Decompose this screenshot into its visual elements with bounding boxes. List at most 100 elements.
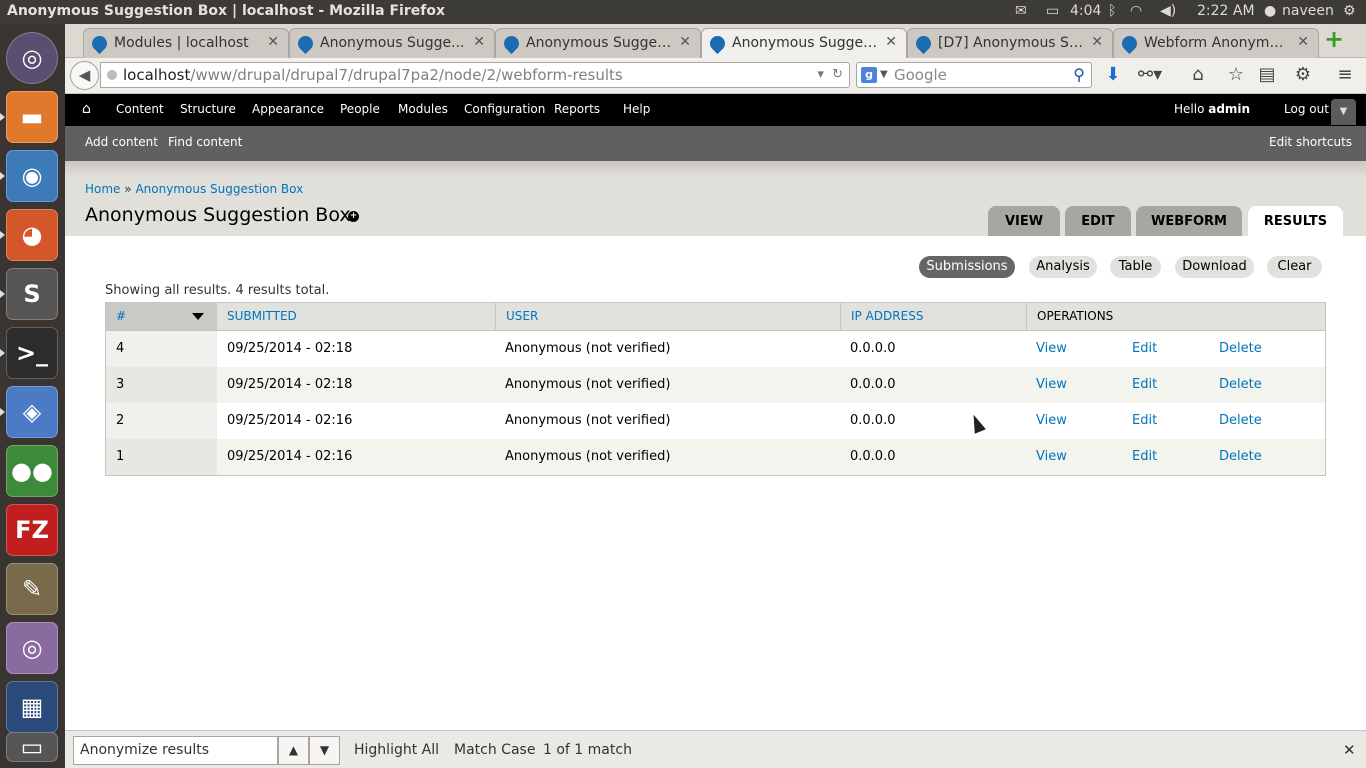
- search-magnifier-icon[interactable]: ⚲: [1073, 63, 1085, 87]
- sort-desc-icon[interactable]: [192, 313, 204, 320]
- tab-close-icon[interactable]: ✕: [1091, 34, 1103, 50]
- find-input[interactable]: Anonymize results: [73, 736, 278, 765]
- highlight-all-button[interactable]: Highlight All: [354, 742, 439, 758]
- browser-tab[interactable]: Anonymous Sugges... ✕: [495, 28, 701, 58]
- files-icon[interactable]: ▬: [6, 91, 58, 143]
- header-submitted[interactable]: SUBMITTED: [217, 303, 495, 330]
- find-next-icon[interactable]: ▼: [309, 736, 340, 765]
- browser-tab[interactable]: Webform Anonymo... ✕: [1113, 28, 1319, 58]
- logout-link[interactable]: Log out: [1284, 102, 1329, 116]
- delete-link[interactable]: Delete: [1219, 403, 1262, 439]
- bookmarks-list-icon[interactable]: ▤: [1256, 64, 1278, 85]
- bluetooth-icon[interactable]: ᛒ: [1108, 3, 1116, 19]
- edit-link[interactable]: Edit: [1132, 403, 1157, 439]
- url-bar[interactable]: localhost/www/drupal/drupal7/drupal7pa2/…: [100, 62, 850, 88]
- clock[interactable]: 2:22 AM: [1197, 3, 1255, 19]
- delete-link[interactable]: Delete: [1219, 331, 1262, 367]
- volume-icon[interactable]: ◀): [1160, 3, 1176, 19]
- trash-icon[interactable]: ▭: [6, 732, 58, 762]
- browser-tab[interactable]: Modules | localhost ✕: [83, 28, 289, 58]
- delete-link[interactable]: Delete: [1219, 367, 1262, 403]
- cheese-webcam-icon[interactable]: ◎: [6, 622, 58, 674]
- battery-icon[interactable]: ▭: [1046, 3, 1059, 19]
- user-icon[interactable]: ●: [1264, 3, 1276, 19]
- browser-tab[interactable]: [D7] Anonymous Su... ✕: [907, 28, 1113, 58]
- battery-time[interactable]: 4:04: [1070, 3, 1101, 19]
- google-engine-icon[interactable]: g: [861, 67, 877, 83]
- engine-dropdown-icon[interactable]: ▼: [880, 63, 888, 87]
- toolbar-configuration[interactable]: Configuration: [464, 102, 545, 116]
- site-identity-icon[interactable]: [107, 70, 117, 80]
- close-find-bar-icon[interactable]: ✕: [1343, 741, 1356, 759]
- bookmark-star-icon[interactable]: ☆: [1225, 64, 1247, 85]
- settings-gear-icon[interactable]: ⚙: [1343, 3, 1356, 19]
- new-tab-plus-icon[interactable]: +: [1324, 27, 1344, 51]
- find-content-link[interactable]: Find content: [168, 135, 242, 149]
- sublime-text-icon[interactable]: S: [6, 268, 58, 320]
- browser-tab-active[interactable]: Anonymous Sugges... ✕: [701, 28, 907, 59]
- terminal-icon[interactable]: >_: [6, 327, 58, 379]
- add-shortcut-icon[interactable]: +: [348, 211, 359, 222]
- view-link[interactable]: View: [1036, 403, 1067, 439]
- tab-close-icon[interactable]: ✕: [885, 34, 897, 50]
- add-content-link[interactable]: Add content: [85, 135, 158, 149]
- view-link[interactable]: View: [1036, 367, 1067, 403]
- hamburger-menu-icon[interactable]: ≡: [1334, 64, 1356, 85]
- find-previous-icon[interactable]: ▲: [278, 736, 309, 765]
- toolbar-reports[interactable]: Reports: [554, 102, 600, 116]
- tab-close-icon[interactable]: ✕: [473, 34, 485, 50]
- tab-close-icon[interactable]: ✕: [267, 34, 279, 50]
- breadcrumb-current[interactable]: Anonymous Suggestion Box: [135, 182, 303, 196]
- header-user[interactable]: USER: [495, 303, 840, 330]
- subtab-submissions[interactable]: Submissions: [919, 256, 1015, 278]
- toolbar-home-icon[interactable]: ⌂: [82, 101, 91, 117]
- dash-home-icon[interactable]: ◎: [6, 32, 58, 84]
- edit-link[interactable]: Edit: [1132, 331, 1157, 367]
- tab-close-icon[interactable]: ✕: [679, 34, 691, 50]
- delete-link[interactable]: Delete: [1219, 439, 1262, 475]
- user-name[interactable]: naveen: [1282, 3, 1334, 19]
- toolbar-content[interactable]: Content: [116, 102, 164, 116]
- download-arrow-icon[interactable]: ⬇: [1102, 64, 1124, 85]
- search-bar[interactable]: g ▼ Google ⚲: [856, 62, 1092, 88]
- chromium-icon[interactable]: ◉: [6, 150, 58, 202]
- edit-link[interactable]: Edit: [1132, 367, 1157, 403]
- filezilla-icon[interactable]: FZ: [6, 504, 58, 556]
- firefox-icon[interactable]: ◕: [6, 209, 58, 261]
- hello-username[interactable]: admin: [1208, 102, 1250, 116]
- subtab-clear[interactable]: Clear: [1267, 256, 1322, 278]
- edit-shortcuts-link[interactable]: Edit shortcuts: [1269, 135, 1352, 149]
- subtab-analysis[interactable]: Analysis: [1029, 256, 1097, 278]
- extension-icon[interactable]: ⚯▾: [1138, 64, 1162, 85]
- breadcrumb-home[interactable]: Home: [85, 182, 120, 196]
- gimp-icon[interactable]: ✎: [6, 563, 58, 615]
- tab-results[interactable]: RESULTS: [1248, 206, 1343, 237]
- sync-icon[interactable]: ⚙: [1292, 64, 1314, 85]
- view-link[interactable]: View: [1036, 439, 1067, 475]
- tab-close-icon[interactable]: ✕: [1297, 34, 1309, 50]
- virtualbox-icon[interactable]: ◈: [6, 386, 58, 438]
- shortcuts-toggle-icon[interactable]: ▼: [1331, 99, 1356, 125]
- workspace-switcher-icon[interactable]: ▦: [6, 681, 58, 733]
- browser-tab[interactable]: Anonymous Sugge... ✕: [289, 28, 495, 58]
- edit-link[interactable]: Edit: [1132, 439, 1157, 475]
- toolbar-modules[interactable]: Modules: [398, 102, 448, 116]
- back-arrow-icon[interactable]: ◀: [70, 61, 99, 90]
- toolbar-people[interactable]: People: [340, 102, 380, 116]
- home-icon[interactable]: ⌂: [1187, 64, 1209, 85]
- tab-webform[interactable]: WEBFORM: [1136, 206, 1242, 237]
- wifi-icon[interactable]: ◠: [1130, 3, 1142, 19]
- subtab-download[interactable]: Download: [1175, 256, 1254, 278]
- mail-icon[interactable]: ✉: [1015, 3, 1027, 19]
- tab-edit[interactable]: EDIT: [1065, 206, 1131, 237]
- tab-view[interactable]: VIEW: [988, 206, 1060, 237]
- cherrytree-icon[interactable]: ●●: [6, 445, 58, 497]
- url-reload-icon[interactable]: ▾ ↻: [817, 63, 843, 87]
- toolbar-structure[interactable]: Structure: [180, 102, 236, 116]
- toolbar-appearance[interactable]: Appearance: [252, 102, 324, 116]
- match-case-button[interactable]: Match Case: [454, 742, 535, 758]
- view-link[interactable]: View: [1036, 331, 1067, 367]
- header-ip-address[interactable]: IP ADDRESS: [840, 303, 1026, 330]
- subtab-table[interactable]: Table: [1110, 256, 1161, 278]
- toolbar-help[interactable]: Help: [623, 102, 650, 116]
